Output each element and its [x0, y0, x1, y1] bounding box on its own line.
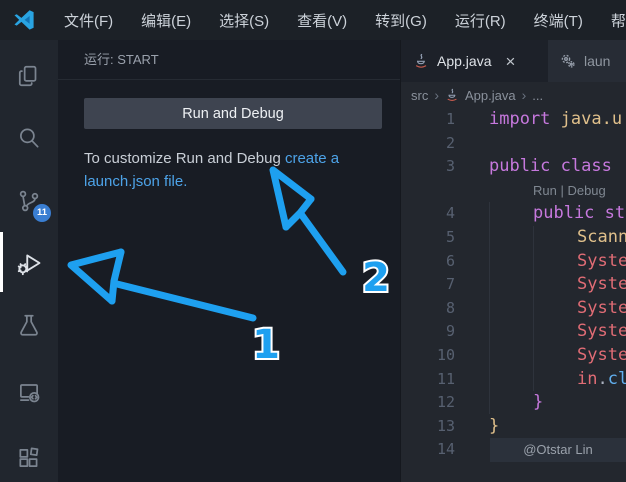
code-text: in.cl — [455, 368, 626, 392]
line-number: 14 — [401, 438, 455, 462]
code-text: } — [455, 415, 499, 439]
line-number: 12 — [401, 391, 455, 415]
menu-item-2[interactable]: 选择(S) — [207, 6, 281, 35]
hint-text: To customize Run and Debug — [84, 150, 285, 167]
line-number: 11 — [401, 368, 455, 392]
code-text: Syste — [455, 320, 626, 344]
tab-launch-json[interactable]: laun — [548, 40, 626, 82]
run-and-debug-button[interactable]: Run and Debug — [84, 98, 382, 129]
code-text — [455, 132, 489, 156]
code-line[interactable]: 1import java.u — [401, 108, 626, 132]
vscode-logo — [12, 8, 36, 32]
tab-bar: App.java × laun — [401, 40, 626, 82]
line-number: 4 — [401, 202, 455, 226]
code-text: Syste — [455, 297, 626, 321]
code-line[interactable]: 10Syste — [401, 344, 626, 368]
menu-item-4[interactable]: 转到(G) — [363, 6, 439, 35]
menu-item-6[interactable]: 终端(T) — [522, 6, 595, 35]
extensions-icon[interactable] — [0, 434, 58, 482]
indent-guide — [489, 202, 490, 414]
run-and-debug-icon[interactable] — [0, 239, 58, 287]
line-number: 6 — [401, 250, 455, 274]
line-number: 10 — [401, 344, 455, 368]
code-text: Scann — [455, 226, 626, 250]
menu-item-5[interactable]: 运行(R) — [443, 6, 518, 35]
source-control-icon[interactable]: 11 — [0, 177, 58, 225]
code-line[interactable]: 3public class — [401, 155, 626, 179]
editor-group: App.java × laun src › App.java › ... — [400, 40, 626, 482]
tab-label: laun — [584, 53, 610, 69]
breadcrumb: src › App.java › ... — [401, 82, 626, 108]
breadcrumb-src[interactable]: src — [411, 88, 428, 103]
tab-label: App.java — [437, 53, 491, 69]
java-icon — [445, 88, 459, 102]
chevron-right-icon: › — [434, 87, 439, 103]
line-number: 1 — [401, 108, 455, 132]
code-text: Syste — [455, 273, 626, 297]
menu-item-1[interactable]: 编辑(E) — [129, 6, 203, 35]
line-number: 9 — [401, 320, 455, 344]
java-icon — [413, 53, 429, 69]
title-bar: 文件(F)编辑(E)选择(S)查看(V)转到(G)运行(R)终端(T)帮助(H) — [0, 0, 626, 40]
line-number: 7 — [401, 273, 455, 297]
indent-guide — [533, 226, 534, 391]
code-text: public class — [455, 155, 622, 179]
breadcrumb-file[interactable]: App.java — [465, 88, 516, 103]
watermark: @Otstar Lin — [490, 438, 626, 462]
code-text: Syste — [455, 344, 626, 368]
code-line[interactable]: 7Syste — [401, 273, 626, 297]
gear-icon — [560, 53, 576, 69]
code-line[interactable]: 6Syste — [401, 250, 626, 274]
code-line[interactable]: 12} — [401, 391, 626, 415]
code-line[interactable]: 2 — [401, 132, 626, 156]
panel-header: 运行: START — [58, 40, 400, 80]
menu-bar: 文件(F)编辑(E)选择(S)查看(V)转到(G)运行(R)终端(T)帮助(H) — [52, 6, 626, 35]
breadcrumb-symbol[interactable]: ... — [532, 88, 543, 103]
customize-hint: To customize Run and Debug create a laun… — [84, 148, 384, 193]
code-text: public st — [455, 202, 625, 226]
line-number: 3 — [401, 155, 455, 179]
code-text: } — [455, 391, 543, 415]
code-line[interactable]: 9Syste — [401, 320, 626, 344]
explorer-icon[interactable] — [0, 52, 58, 100]
activity-bar: 11 — [0, 40, 58, 482]
code-text: import java.u — [455, 108, 622, 132]
line-number: 5 — [401, 226, 455, 250]
remote-explorer-icon[interactable] — [0, 367, 58, 415]
code-line[interactable]: 14 @Otstar Lin — [401, 438, 626, 462]
chevron-right-icon: › — [522, 87, 527, 103]
search-icon[interactable] — [0, 114, 58, 162]
code-line[interactable]: 5Scann — [401, 226, 626, 250]
code-area[interactable]: 1import java.u23public class Run | Debug… — [401, 108, 626, 482]
tab-app-java[interactable]: App.java × — [401, 40, 547, 82]
line-number: 8 — [401, 297, 455, 321]
menu-item-0[interactable]: 文件(F) — [52, 6, 125, 35]
menu-item-3[interactable]: 查看(V) — [285, 6, 359, 35]
code-text: Syste — [455, 250, 626, 274]
close-icon[interactable]: × — [505, 53, 515, 70]
code-line[interactable]: 8Syste — [401, 297, 626, 321]
code-line[interactable]: 11in.cl — [401, 368, 626, 392]
line-number: 13 — [401, 415, 455, 439]
code-line[interactable]: 13} — [401, 415, 626, 439]
run-debug-panel: 运行: START Run and Debug To customize Run… — [58, 40, 400, 482]
code-line[interactable]: 4public st — [401, 202, 626, 226]
menu-item-7[interactable]: 帮助(H) — [599, 6, 626, 35]
testing-icon[interactable] — [0, 301, 58, 349]
line-number: 2 — [401, 132, 455, 156]
source-control-badge: 11 — [33, 204, 51, 222]
codelens-run-debug[interactable]: Run | Debug — [401, 179, 626, 203]
